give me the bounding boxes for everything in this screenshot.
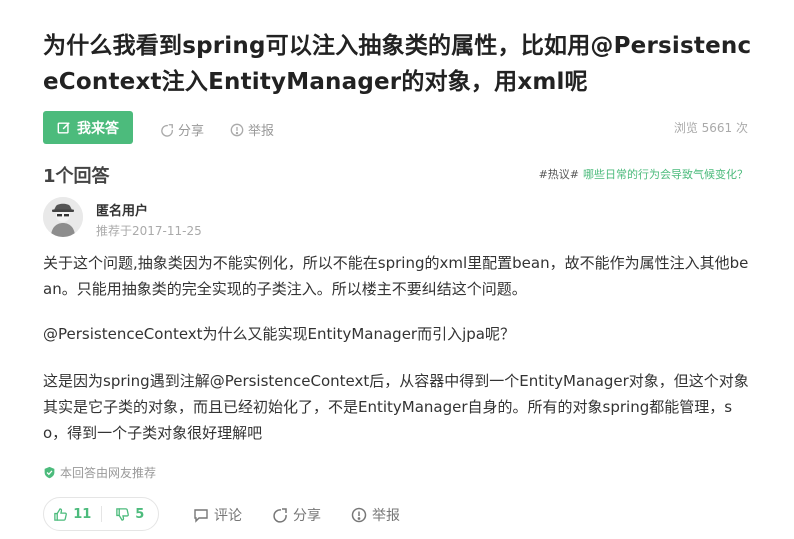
edit-icon xyxy=(57,121,70,134)
answer-paragraph: 关于这个问题,抽象类因为不能实例化，所以不能在spring的xml里配置bean… xyxy=(43,254,749,298)
answer-share-button[interactable]: 分享 xyxy=(272,505,321,525)
hot-topic: #热议# 哪些日常的行为会导致气候变化？ xyxy=(539,166,748,182)
comment-icon xyxy=(194,509,208,523)
thumbs-down-icon xyxy=(116,507,130,521)
answer-report-label: 举报 xyxy=(372,508,400,524)
question-title: 为什么我看到spring可以注入抽象类的属性，比如用@PersistenceCo… xyxy=(43,33,752,95)
comment-label: 评论 xyxy=(214,508,242,524)
shield-check-icon xyxy=(44,466,55,479)
downvote-count: 5 xyxy=(135,506,145,522)
report-icon xyxy=(351,507,367,523)
comment-button[interactable]: 评论 xyxy=(193,505,242,525)
hot-topic-tag: #热议# xyxy=(538,168,579,181)
answer-button-label: 我来答 xyxy=(77,120,119,137)
avatar[interactable] xyxy=(43,197,83,237)
answer-share-label: 分享 xyxy=(293,508,321,524)
question-share-label: 分享 xyxy=(178,124,205,139)
upvote-count: 11 xyxy=(73,506,92,522)
report-icon xyxy=(230,123,244,136)
view-count: 浏览 5661 次 xyxy=(673,121,748,135)
username[interactable]: 匿名用户 xyxy=(96,200,148,219)
answer-count: 1个回答 xyxy=(43,166,110,187)
upvote-button[interactable]: 11 xyxy=(44,498,101,530)
recommended-note: 本回答由网友推荐 xyxy=(43,464,156,481)
downvote-button[interactable]: 5 xyxy=(102,498,159,530)
answer-paragraph: 这是因为spring遇到注解@PersistenceContext后，从容器中得… xyxy=(43,372,749,442)
vote-box: 11 5 xyxy=(43,497,159,531)
share-icon xyxy=(161,123,173,137)
question-report-button[interactable]: 举报 xyxy=(230,120,274,139)
thumbs-up-icon xyxy=(54,507,68,521)
answer-button[interactable]: 我来答 xyxy=(43,111,133,144)
question-report-label: 举报 xyxy=(248,124,275,139)
recommended-date: 推荐于2017-11-25 xyxy=(96,224,202,238)
share-icon xyxy=(273,508,287,523)
anonymous-user-icon xyxy=(43,197,83,237)
answer-report-button[interactable]: 举报 xyxy=(351,505,400,525)
hot-topic-link[interactable]: 哪些日常的行为会导致气候变化？ xyxy=(583,168,748,181)
answer-paragraph: @PersistenceContext为什么又能实现EntityManager而… xyxy=(43,325,515,343)
question-share-button[interactable]: 分享 xyxy=(160,120,204,139)
recommended-note-label: 本回答由网友推荐 xyxy=(60,466,157,480)
